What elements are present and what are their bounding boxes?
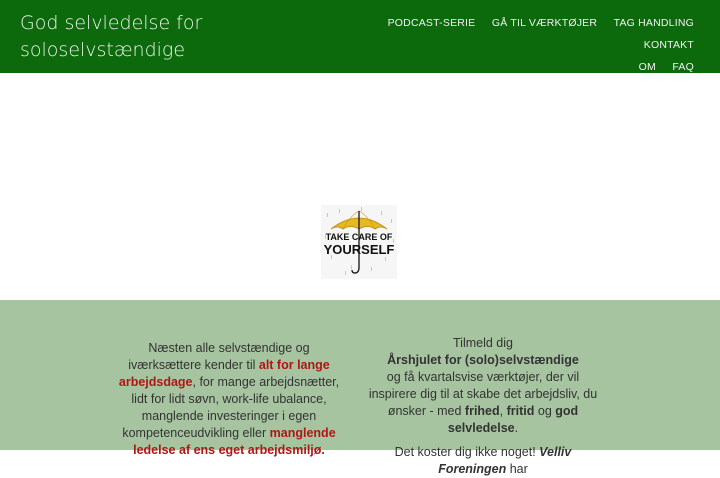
signup-comma: ,	[499, 404, 507, 418]
signup-title: Årshjulet for (solo)selvstændige	[387, 353, 579, 367]
nav-kontakt[interactable]: KONTAKT	[644, 34, 694, 56]
site-title-link[interactable]: God selvledelse for soloselvstændige	[20, 10, 280, 64]
keyword-frihed: frihed	[464, 404, 500, 418]
free-notice-end: har	[506, 462, 528, 476]
main-nav: PODCAST-SERIE GÅ TIL VÆRKTØJER TAG HANDL…	[354, 12, 694, 78]
nav-tag-handling[interactable]: TAG HANDLING	[614, 12, 694, 34]
signup-text-right: Tilmeld dig Årshjulet for (solo)selvstæn…	[366, 335, 600, 478]
image-caption-yourself: YOURSELF	[323, 242, 395, 257]
nav-podcast-serie[interactable]: PODCAST-SERIE	[388, 12, 476, 34]
nav-ga-til-vaerktoejer[interactable]: GÅ TIL VÆRKTØJER	[492, 12, 597, 34]
intro-section: Næsten alle selvstændige og iværksættere…	[0, 300, 720, 476]
take-care-of-yourself-image: TAKE CARE OF YOURSELF	[321, 205, 397, 279]
signup-line-1: Tilmeld dig	[453, 336, 513, 350]
intro-text-left: Næsten alle selvstændige og iværksættere…	[112, 340, 346, 459]
image-caption-take-care: TAKE CARE OF	[325, 232, 393, 242]
signup-period: .	[514, 421, 519, 435]
site-header: God selvledelse for soloselvstændige POD…	[0, 0, 720, 73]
free-notice: Det koster dig ikke noget!	[394, 445, 540, 459]
keyword-fritid: fritid	[506, 404, 535, 418]
signup-og: og	[534, 404, 556, 418]
